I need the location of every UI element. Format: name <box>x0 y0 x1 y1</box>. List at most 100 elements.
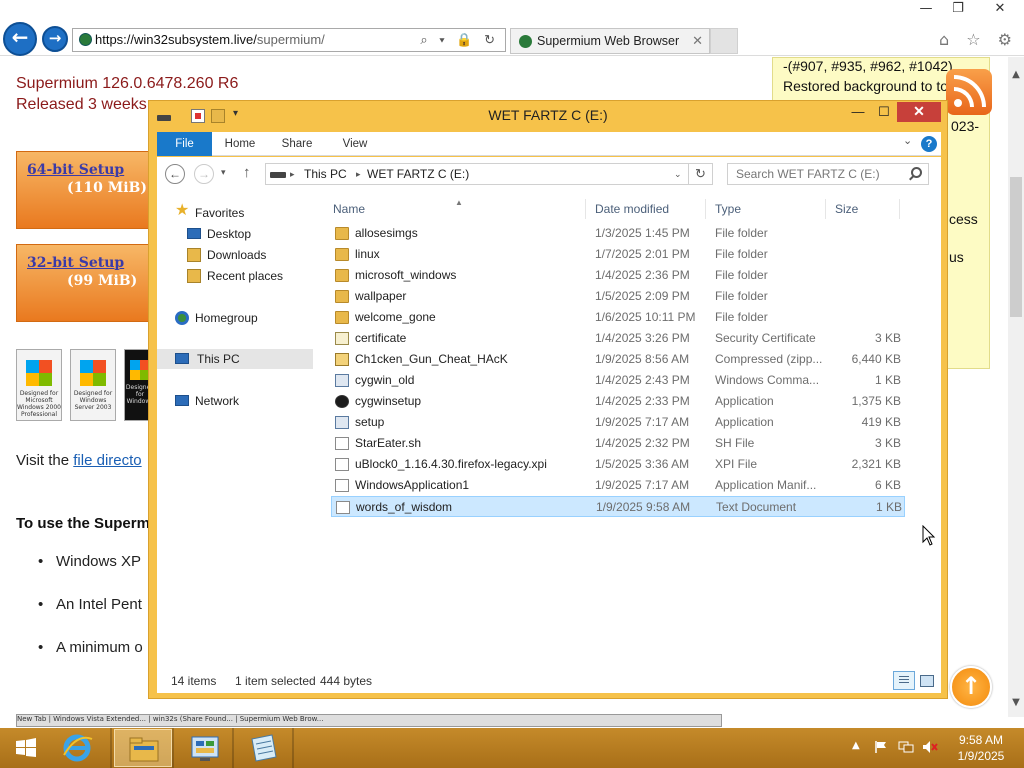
column-divider[interactable] <box>825 199 826 219</box>
file-name: setup <box>355 415 385 429</box>
start-button[interactable] <box>6 732 46 764</box>
new-tab-button[interactable] <box>710 28 738 54</box>
network-icon[interactable] <box>898 740 914 754</box>
file-row[interactable]: certificate 1/4/2025 3:26 PM Security Cert… <box>331 328 905 349</box>
show-hidden-icons-icon[interactable]: ▲ <box>852 740 860 751</box>
zip-icon <box>335 353 349 366</box>
file-size: 6,440 KB <box>851 352 901 366</box>
sidebar-item-this-pc[interactable]: This PC <box>157 349 313 369</box>
explorer-minimize-button[interactable]: — <box>845 103 871 123</box>
forward-arrow-icon[interactable]: → <box>194 164 214 184</box>
setup-32-link[interactable]: 32-bit Setup <box>27 255 124 271</box>
file-explorer-window: ▾ WET FARTZ C (E:) — ☐ ✕ File Home Share… <box>148 100 948 699</box>
explorer-titlebar[interactable]: ▾ WET FARTZ C (E:) — ☐ ✕ <box>149 101 947 131</box>
setup-64-box[interactable]: 64-bit Setup (110 MiB) <box>16 151 156 229</box>
browser-tab[interactable]: Supermium Web Browser ✕ <box>510 28 710 54</box>
taskbar-file-explorer[interactable] <box>114 729 172 767</box>
recent-locations-icon[interactable]: ▾ <box>221 167 226 178</box>
rss-feed-icon[interactable] <box>946 69 992 115</box>
file-row[interactable]: words_of_wisdom 1/9/2025 9:58 AM Text Docu… <box>331 496 905 517</box>
file-row[interactable]: wallpaper 1/5/2025 2:09 PM File folder <box>331 286 905 307</box>
browser-maximize-button[interactable]: ❐ <box>942 0 974 20</box>
scroll-to-top-button[interactable]: ↑ <box>950 666 992 708</box>
scroll-down-arrow-icon[interactable]: ▼ <box>1008 697 1024 709</box>
file-row[interactable]: cygwinsetup 1/4/2025 2:33 PM Application 1,… <box>331 391 905 412</box>
tab-view[interactable]: View <box>335 132 375 156</box>
file-date: 1/5/2025 2:09 PM <box>595 289 690 303</box>
file-row[interactable]: setup 1/9/2025 7:17 AM Application 419 KB <box>331 412 905 433</box>
file-name: StarEater.sh <box>355 436 422 450</box>
column-header-name[interactable]: Name <box>333 199 365 219</box>
file-date: 1/9/2025 9:58 AM <box>596 500 691 514</box>
computer-icon <box>175 353 189 364</box>
refresh-icon[interactable]: ↻ <box>689 163 713 185</box>
explorer-maximize-button[interactable]: ☐ <box>871 103 897 123</box>
action-center-flag-icon[interactable] <box>874 740 888 754</box>
setup-64-link[interactable]: 64-bit Setup <box>27 162 124 178</box>
control-panel-icon <box>191 736 219 761</box>
column-divider[interactable] <box>585 199 586 219</box>
taskbar-notepad[interactable] <box>234 729 292 767</box>
file-row[interactable]: allosesimgs 1/3/2025 1:45 PM File folder <box>331 223 905 244</box>
scroll-up-arrow-icon[interactable]: ▲ <box>1008 69 1024 81</box>
setup-32-box[interactable]: 32-bit Setup (99 MiB) <box>16 244 156 322</box>
file-type: XPI File <box>715 457 758 471</box>
tab-file[interactable]: File <box>157 132 212 156</box>
file-row[interactable]: cygwin_old 1/4/2025 2:43 PM Windows Comma.… <box>331 370 905 391</box>
ribbon-tabs: File Home Share View ⌄ ? <box>157 132 941 156</box>
file-row[interactable]: StarEater.sh 1/4/2025 2:32 PM SH File 3 KB <box>331 433 905 454</box>
page-scrollbar[interactable]: ▲ ▼ <box>1008 57 1024 717</box>
file-row[interactable]: uBlock0_1.16.4.30.firefox-legacy.xpi 1/5/… <box>331 454 905 475</box>
address-bar[interactable]: https://win32subsystem.live/supermium/ ⌕… <box>72 28 506 52</box>
file-directory-link[interactable]: file directo <box>73 452 141 469</box>
back-arrow-icon[interactable]: ← <box>165 164 185 184</box>
browser-toolbar-icons[interactable]: ⌂ ☆ ⚙ <box>939 30 1018 49</box>
breadcrumb-this-pc[interactable]: This PC <box>304 164 347 184</box>
file-row[interactable]: welcome_gone 1/6/2025 10:11 PM File folder <box>331 307 905 328</box>
tab-close-icon[interactable]: ✕ <box>692 29 703 53</box>
folder-icon <box>335 290 349 303</box>
file-row[interactable]: Ch1cken_Gun_Cheat_HAcK 1/9/2025 8:56 AM Co… <box>331 349 905 370</box>
address-breadcrumb[interactable]: ▸ This PC ▸ WET FARTZ C (E:) ⌄ <box>265 163 689 185</box>
explorer-close-button[interactable]: ✕ <box>897 102 941 122</box>
drive-icon <box>270 172 286 178</box>
text-document-icon <box>336 501 350 514</box>
folder-icon <box>335 248 349 261</box>
tab-home[interactable]: Home <box>217 132 263 156</box>
volume-muted-icon[interactable] <box>922 740 938 754</box>
forward-button[interactable]: → <box>42 26 68 52</box>
requirements-heading: To use the Supermi <box>16 515 155 532</box>
column-header-size[interactable]: Size <box>835 199 858 219</box>
address-tools[interactable]: ⌕ ▾ 🔒 ↻ <box>420 29 499 51</box>
file-list: Name ▲ Date modified Type Size allosesim… <box>325 191 941 669</box>
file-row[interactable]: linux 1/7/2025 2:01 PM File folder <box>331 244 905 265</box>
url-host: https://win32subsystem.live/ <box>95 32 257 47</box>
breadcrumb-separator-icon[interactable]: ▸ <box>356 164 361 184</box>
scrollbar-thumb[interactable] <box>1010 177 1022 317</box>
details-view-icon[interactable] <box>893 671 915 690</box>
search-input[interactable]: Search WET FARTZ C (E:) <box>727 163 929 185</box>
help-icon[interactable]: ? <box>921 136 937 152</box>
breadcrumb-drive[interactable]: WET FARTZ C (E:) <box>367 164 469 184</box>
large-icons-view-icon[interactable] <box>917 672 935 688</box>
breadcrumb-separator-icon[interactable]: ▸ <box>290 164 295 184</box>
column-divider[interactable] <box>705 199 706 219</box>
up-arrow-icon[interactable]: ↑ <box>243 164 251 181</box>
tab-share[interactable]: Share <box>277 132 317 156</box>
browser-close-button[interactable]: ✕ <box>976 0 1024 20</box>
column-header-date[interactable]: Date modified <box>595 199 669 219</box>
taskbar-internet-explorer[interactable] <box>48 729 106 767</box>
site-icon <box>79 33 92 46</box>
browser-minimize-button[interactable]: — <box>910 0 942 20</box>
back-button[interactable]: ← <box>3 22 37 56</box>
taskbar-control-panel[interactable] <box>176 729 234 767</box>
column-divider[interactable] <box>899 199 900 219</box>
file-size: 3 KB <box>874 436 901 450</box>
column-header-type[interactable]: Type <box>715 199 741 219</box>
path-dropdown-icon[interactable]: ⌄ <box>674 164 682 184</box>
expand-ribbon-icon[interactable]: ⌄ <box>903 134 917 147</box>
clock-date[interactable]: 1/9/2025 <box>946 749 1016 763</box>
file-row[interactable]: microsoft_windows 1/4/2025 2:36 PM File fo… <box>331 265 905 286</box>
file-row[interactable]: WindowsApplication1 1/9/2025 7:17 AM Appli… <box>331 475 905 496</box>
clock-time[interactable]: 9:58 AM <box>946 733 1016 747</box>
